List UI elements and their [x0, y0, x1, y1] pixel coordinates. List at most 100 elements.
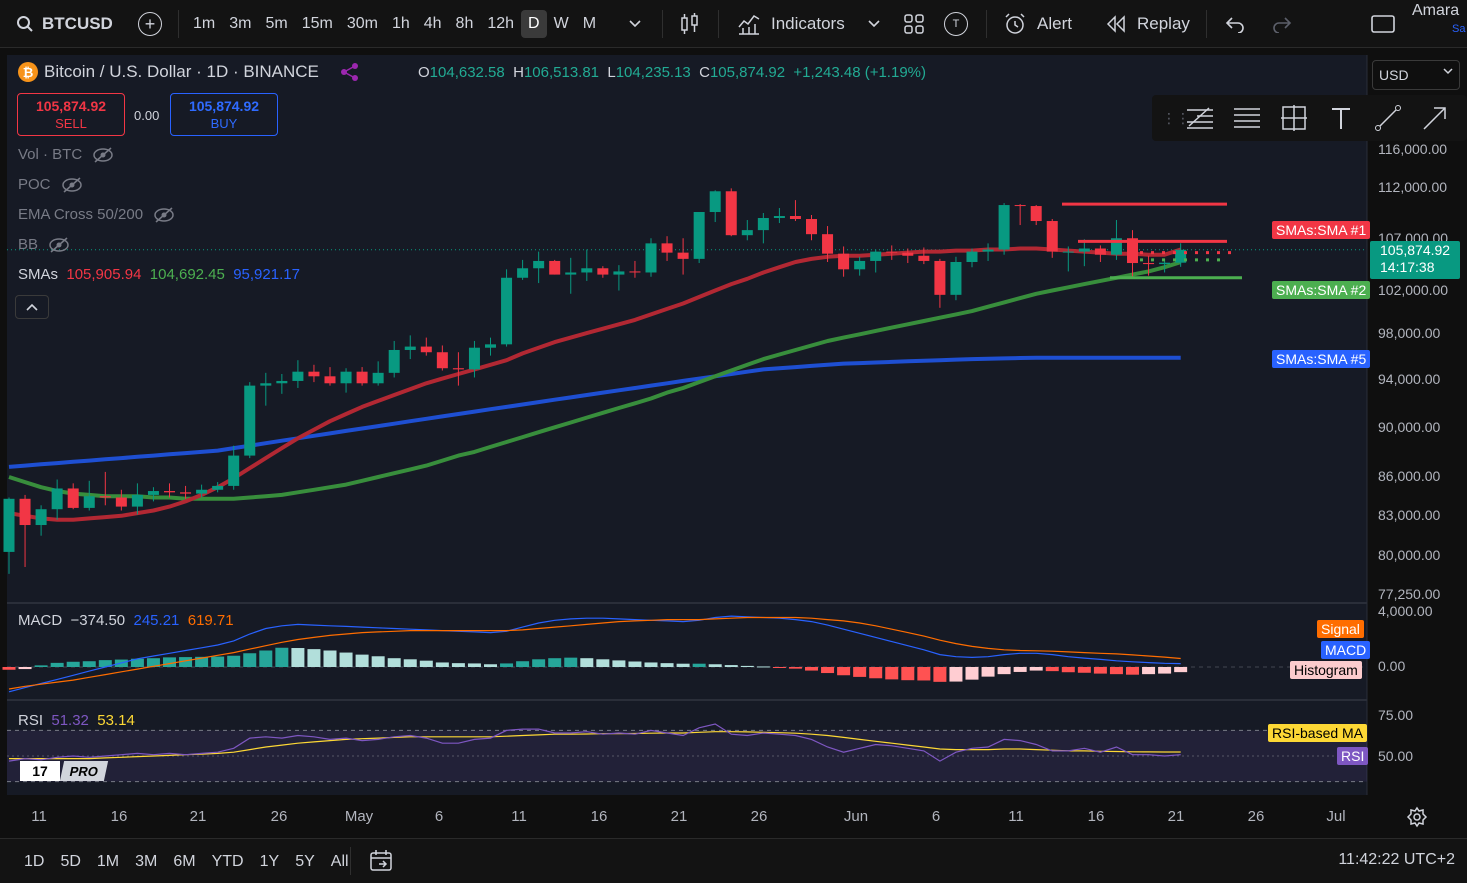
macd-histogram-bar: [1077, 667, 1091, 673]
candle-body: [1062, 251, 1074, 253]
buy-price: 105,874.92: [188, 98, 260, 114]
macd-histogram-bar: [692, 663, 706, 667]
range-1D[interactable]: 1D: [16, 853, 52, 871]
rsi-legend[interactable]: RSI 51.32 53.14: [18, 712, 135, 729]
candle-body: [886, 251, 898, 253]
symbol-legend[interactable]: ₿ Bitcoin / U.S. Dollar · 1D · BINANCE: [18, 62, 361, 82]
macd-histogram-bar: [740, 665, 754, 667]
macd-histogram-bar: [355, 654, 369, 667]
macd-histogram-bar: [660, 663, 674, 667]
range-5D[interactable]: 5D: [52, 853, 88, 871]
indicator-smas[interactable]: SMAs 105,905.94 104,692.45 95,921.17: [18, 266, 300, 283]
candle-body: [773, 216, 785, 219]
range-All[interactable]: All: [323, 853, 357, 871]
macd-legend[interactable]: MACD −374.50 245.21 619.71: [18, 612, 234, 629]
hidden-eye-icon[interactable]: [153, 206, 175, 223]
candle-body: [613, 271, 625, 275]
settings-gear-icon[interactable]: [1406, 806, 1428, 833]
fib-retracement-icon[interactable]: [1176, 98, 1223, 138]
change-value: +1,243.48 (+1.19%): [793, 64, 926, 81]
macd-histogram-bar: [885, 667, 899, 680]
macd-histogram-bar: [243, 653, 257, 667]
candle-body: [228, 455, 240, 486]
time-axis-label: 26: [750, 808, 768, 825]
sma2-value: 104,692.45: [149, 266, 225, 283]
macd-histogram-bar: [1126, 667, 1139, 675]
collapse-legend-button[interactable]: [15, 295, 49, 319]
chevron-down-icon: [1443, 68, 1453, 75]
time-axis-label: 21: [189, 808, 207, 825]
horizontal-lines-icon[interactable]: [1223, 98, 1270, 138]
candle-body: [404, 346, 416, 350]
candle-body: [1046, 221, 1058, 252]
divider: [350, 847, 351, 875]
currency-value: USD: [1379, 67, 1409, 83]
indicator-bb-label: BB: [18, 236, 39, 253]
signal-axis-tag: Signal: [1317, 620, 1364, 638]
candle-body: [115, 497, 127, 507]
candle-body: [131, 494, 143, 507]
candle-body: [677, 252, 689, 259]
candle-body: [324, 376, 336, 384]
candle-body: [757, 218, 769, 231]
sma5-line: [8, 355, 1181, 469]
hidden-eye-icon[interactable]: [92, 146, 114, 163]
indicator-vol[interactable]: Vol · BTC: [18, 146, 114, 163]
last-price: 105,874.92: [1380, 242, 1451, 258]
candle-body: [565, 272, 577, 275]
hidden-eye-icon[interactable]: [48, 236, 70, 253]
range-6M[interactable]: 6M: [165, 853, 203, 871]
macd-histogram-bar: [387, 658, 401, 667]
trendline-icon[interactable]: [1364, 98, 1411, 138]
time-axis-label: 16: [1087, 808, 1105, 825]
price-axis-label: 102,000.00: [1378, 282, 1449, 298]
indicator-poc[interactable]: POC: [18, 176, 83, 193]
candle-body: [372, 372, 384, 384]
range-1M[interactable]: 1M: [89, 853, 127, 871]
candle-body: [420, 346, 432, 353]
candle-body: [902, 252, 914, 256]
hidden-eye-icon[interactable]: [61, 176, 83, 193]
tradingview-pro-logo: 17 PRO: [20, 760, 109, 782]
macd-histogram-bar: [644, 662, 658, 667]
candle-body: [934, 260, 946, 295]
macd-histogram-bar: [708, 664, 722, 667]
range-3M[interactable]: 3M: [127, 853, 165, 871]
macd-histogram-bar: [1109, 667, 1123, 675]
candle-body: [388, 349, 400, 373]
chevron-up-icon: [26, 303, 38, 311]
candle-body: [436, 352, 448, 369]
text-tool-icon[interactable]: [1317, 98, 1364, 138]
goto-date-icon[interactable]: [368, 849, 394, 878]
candle-body: [3, 498, 15, 552]
macd-histogram-bar: [869, 667, 883, 679]
indicator-ema[interactable]: EMA Cross 50/200: [18, 206, 175, 223]
sell-button[interactable]: 105,874.92 SELL: [17, 93, 125, 136]
clock-timezone[interactable]: 11:42:22 UTC+2: [1338, 851, 1455, 869]
drag-handle-icon[interactable]: ⋮⋮: [1162, 110, 1190, 127]
macd-histogram-bar: [419, 660, 433, 667]
range-YTD[interactable]: YTD: [204, 853, 252, 871]
candle-body: [276, 380, 288, 384]
bottom-toolbar: 1D 5D 1M 3M 6M YTD 1Y 5Y All 11:42:22 UTC+2: [0, 838, 1467, 883]
time-axis-label: Jul: [1326, 808, 1346, 825]
candle-body: [966, 251, 978, 262]
buy-button[interactable]: 105,874.92 BUY: [170, 93, 278, 136]
macd-histogram-bar: [933, 667, 947, 682]
macd-histogram-bar: [564, 657, 578, 667]
candle-body: [549, 260, 561, 275]
arrow-tool-icon[interactable]: [1411, 98, 1458, 138]
open-value: 104,632.58: [429, 64, 505, 81]
sma5-axis-tag: SMAs:SMA #5: [1272, 350, 1371, 368]
measure-icon[interactable]: [1270, 98, 1317, 138]
tradingview-logo-icon: 17: [20, 761, 60, 781]
range-1Y[interactable]: 1Y: [252, 853, 288, 871]
indicator-bb[interactable]: BB: [18, 236, 70, 253]
macd-histogram-bar: [724, 665, 738, 667]
sma2-line: [8, 260, 1182, 501]
candle-body: [982, 249, 994, 252]
macd-histogram-bar: [1142, 667, 1156, 675]
range-5Y[interactable]: 5Y: [287, 853, 323, 871]
macd-histogram-bar: [997, 667, 1011, 675]
currency-select[interactable]: USD: [1372, 60, 1460, 90]
